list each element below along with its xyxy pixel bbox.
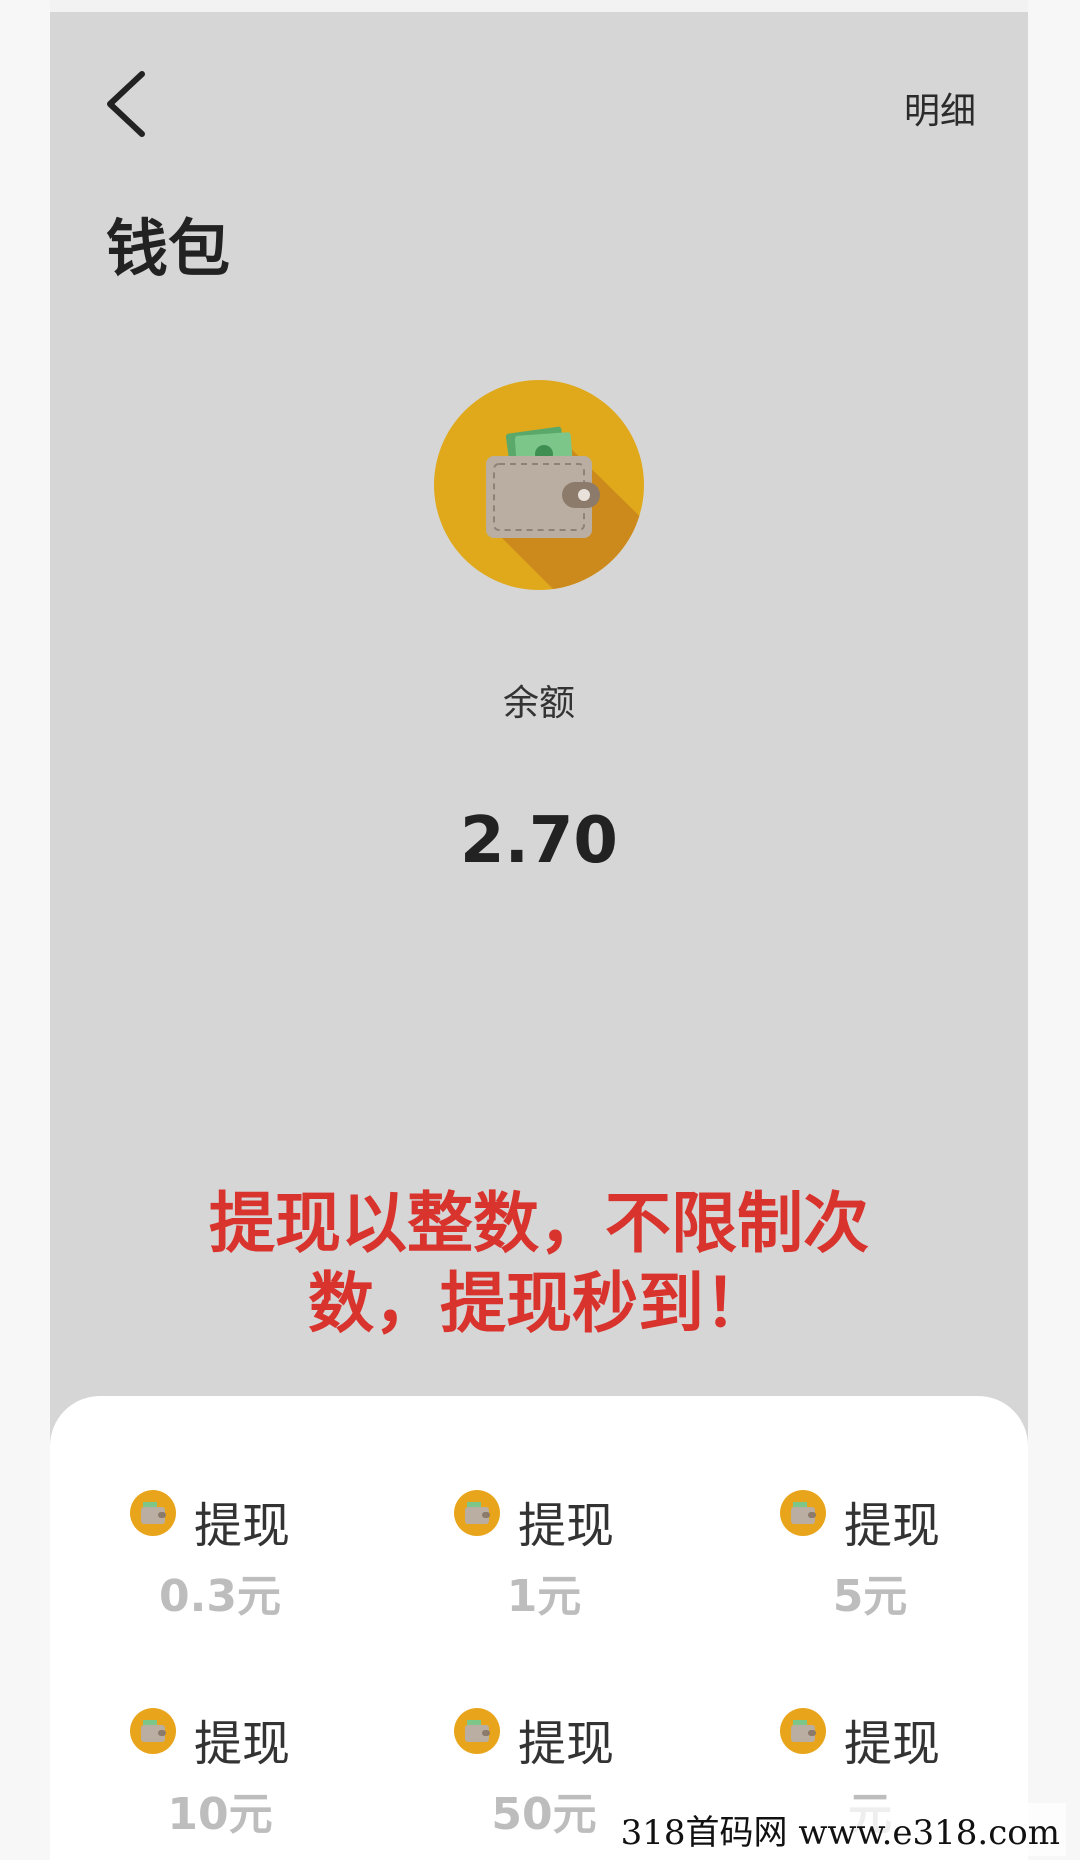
withdraw-amount: 5元 [832,1571,908,1622]
promo-text: 提现以整数，不限制次 数，提现秒到！ [50,1184,1028,1344]
page-title: 钱包 [106,212,231,285]
left-margin [0,0,50,1860]
withdraw-amount: 10元 [167,1789,273,1840]
withdraw-label: 提现 [194,1498,291,1554]
withdraw-label: 提现 [518,1498,615,1554]
right-margin [1028,0,1080,1860]
withdraw-label: 提现 [518,1716,615,1772]
withdraw-amount: 0.3元 [159,1571,281,1622]
wallet-coin-icon [130,1490,176,1536]
withdraw-option-0-3[interactable]: 提现 0.3元 [70,1482,370,1632]
chevron-left-icon [107,71,145,137]
withdraw-label: 提现 [844,1716,941,1772]
back-button[interactable] [96,62,166,142]
withdraw-option-10[interactable]: 提现 10元 [70,1700,370,1850]
wallet-icon [434,380,644,590]
watermark: 318首码网 www.e318.com [614,1803,1066,1856]
withdraw-label: 提现 [194,1716,291,1772]
withdraw-option-5[interactable]: 提现 5元 [720,1482,1020,1632]
wallet-screen: 明细 钱包 余额 2.70 提现以整数，不限制次 数，提现秒到！ 提现 0.3元… [50,12,1028,1860]
balance-value: 2.70 [460,804,618,878]
wallet-coin-icon [780,1708,826,1754]
wallet-coin-icon [130,1708,176,1754]
withdraw-option-1[interactable]: 提现 1元 [394,1482,694,1632]
detail-link[interactable]: 明细 [904,82,976,134]
wallet-coin-icon [454,1490,500,1536]
withdraw-label: 提现 [844,1498,941,1554]
promo-line-2: 数，提现秒到！ [308,1265,770,1342]
wallet-coin-icon [454,1708,500,1754]
balance-label: 余额 [502,683,575,724]
wallet-coin-icon [780,1490,826,1536]
promo-line-1: 提现以整数，不限制次 [209,1185,869,1262]
withdraw-sheet: 提现 0.3元 提现 1元 提现 5元 提现 10元 提现 50元 提现 [50,1396,1028,1860]
withdraw-amount: 1元 [506,1571,582,1622]
